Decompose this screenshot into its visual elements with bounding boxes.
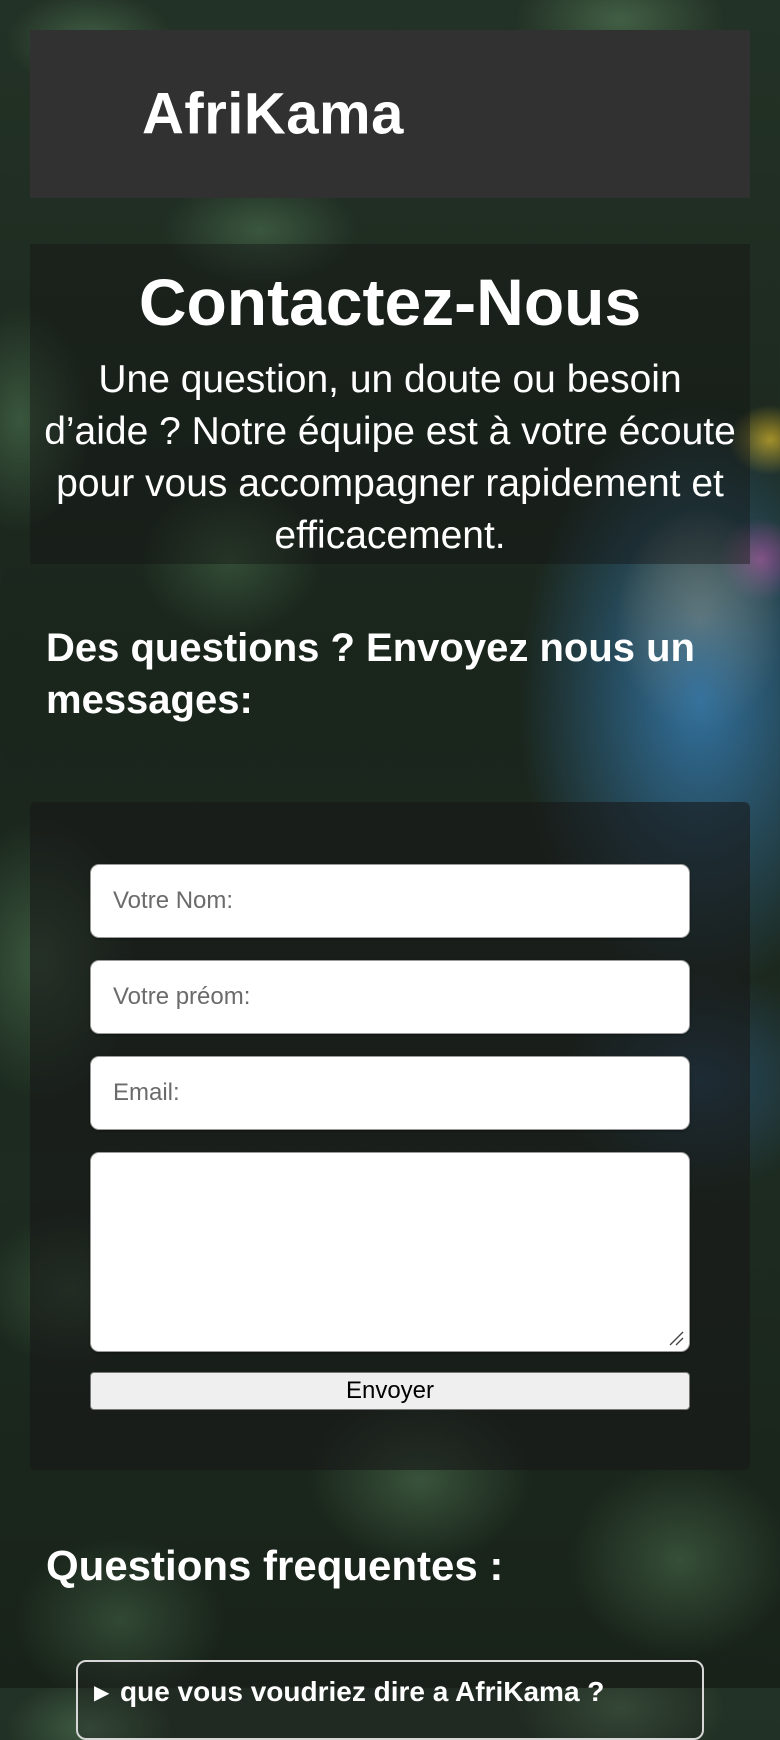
page-title: Contactez-Nous [138,265,642,339]
contact-form: Envoyer [30,802,750,1470]
faq-heading: Questions frequentes : [46,1542,504,1589]
intro-section: Contactez-Nous Une question, un doute ou… [30,244,750,564]
first-name-field[interactable] [90,960,690,1034]
site-header: AfriKama [30,30,750,198]
brand-logo[interactable]: AfriKama [142,81,404,148]
send-button[interactable]: Envoyer [90,1372,690,1410]
faq-question: que vous voudriez dire a AfriKama ? [120,1676,605,1707]
message-textarea[interactable] [90,1152,690,1352]
intro-text: Une question, un doute ou besoin d’aide … [44,358,736,557]
name-field[interactable] [90,864,690,938]
resize-grip-icon[interactable] [668,1330,684,1346]
email-field[interactable] [90,1056,690,1130]
form-heading: Des questions ? Envoyez nous un messages… [46,626,695,722]
faq-item[interactable]: ▶ que vous voudriez dire a AfriKama ? [76,1660,704,1740]
disclosure-triangle-icon: ▶ [94,1682,110,1704]
